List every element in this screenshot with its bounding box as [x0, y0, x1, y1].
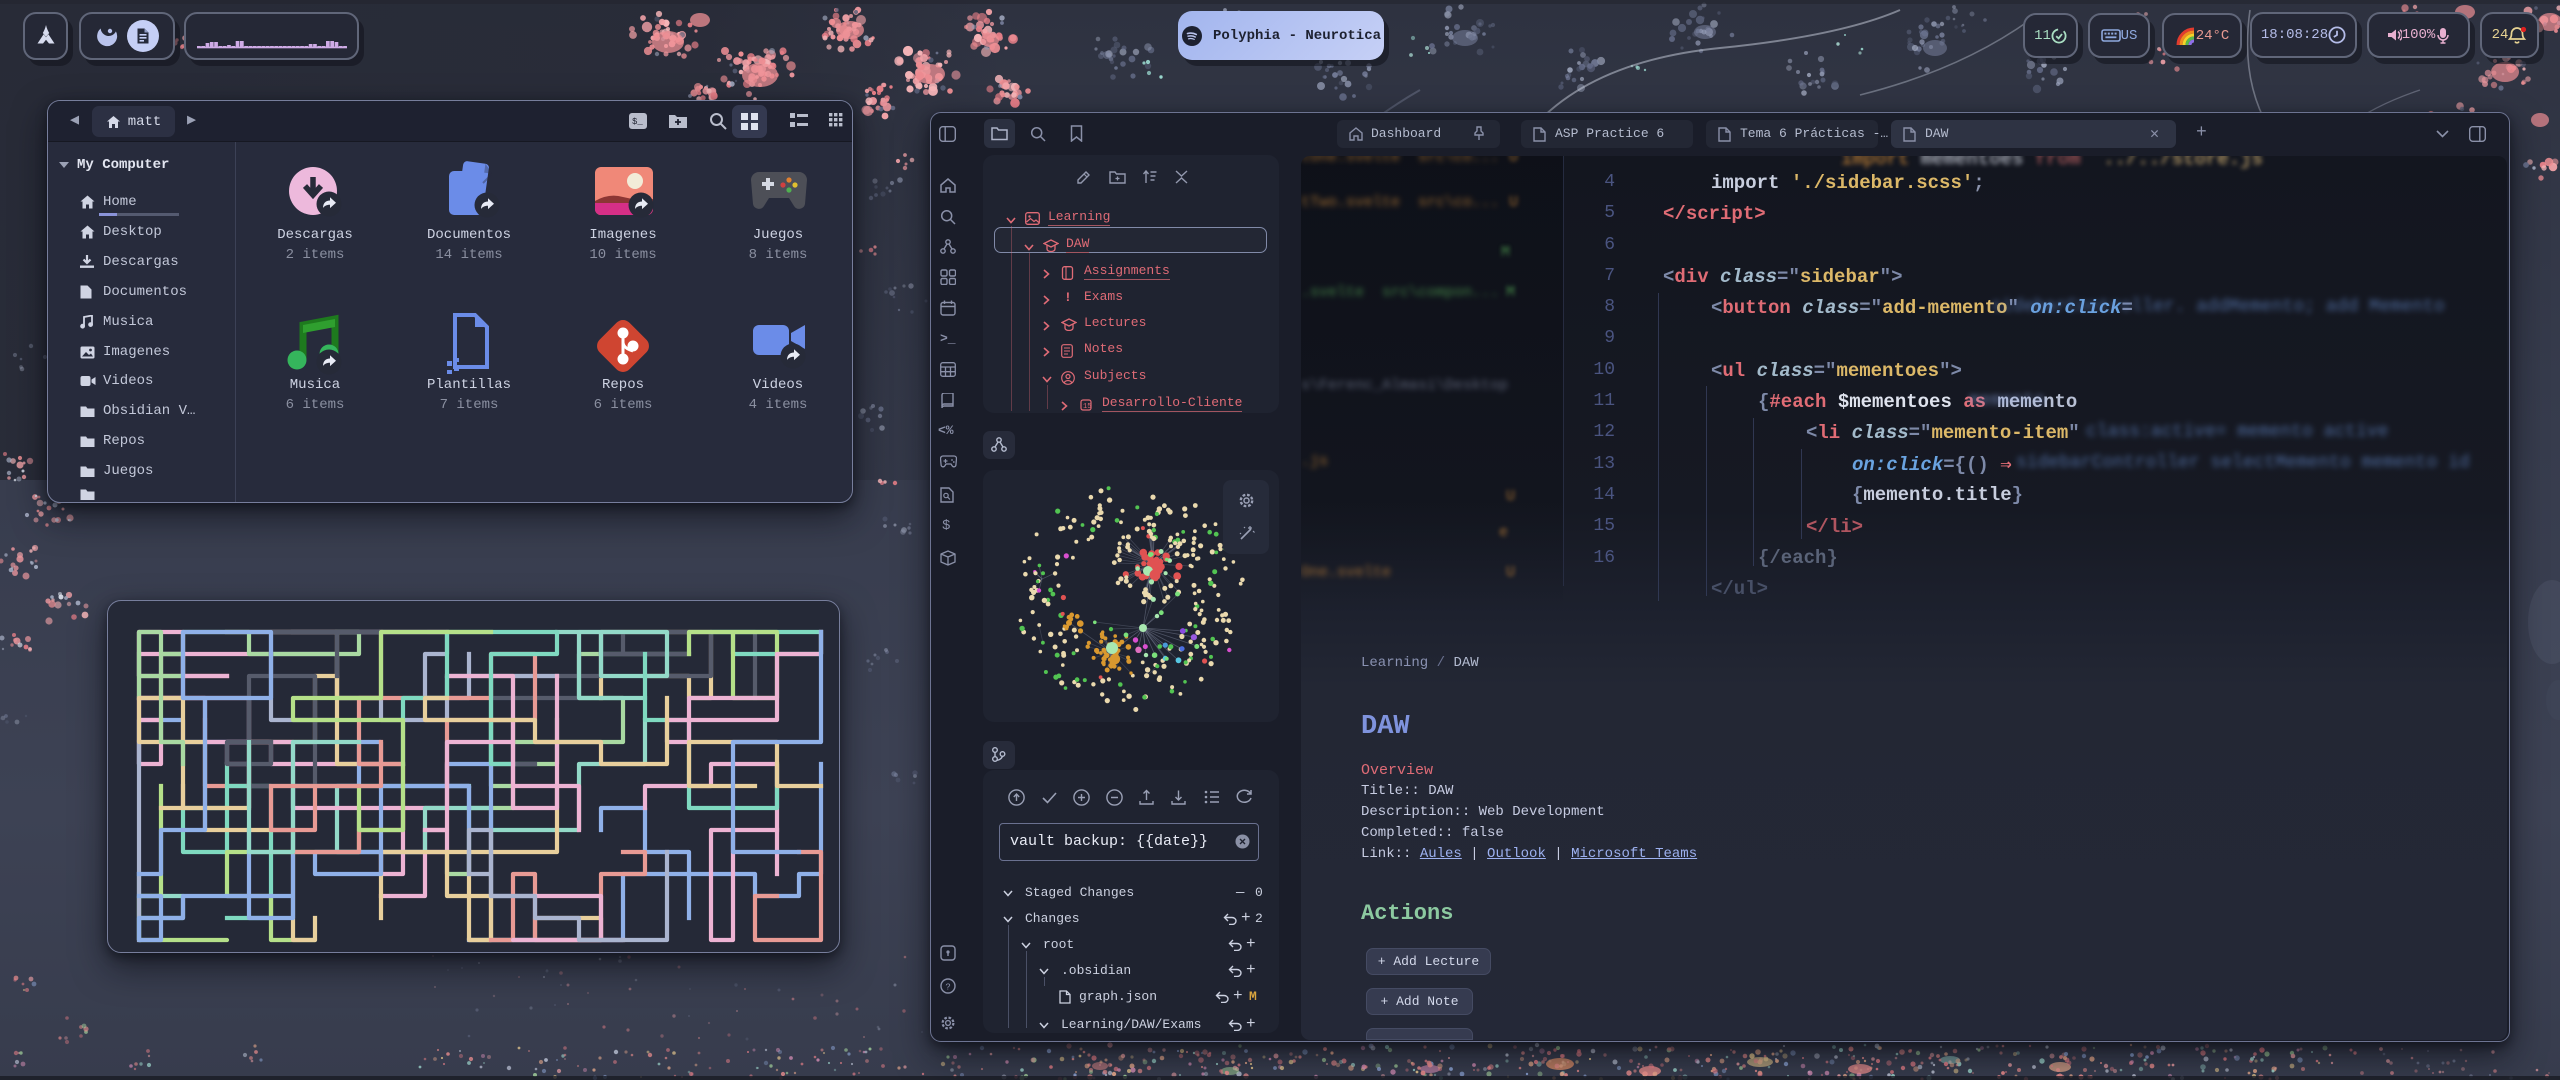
svg-text:?: ?	[945, 982, 950, 992]
svg-text:15: 15	[1083, 403, 1091, 411]
svg-text:$_: $_	[632, 117, 643, 127]
